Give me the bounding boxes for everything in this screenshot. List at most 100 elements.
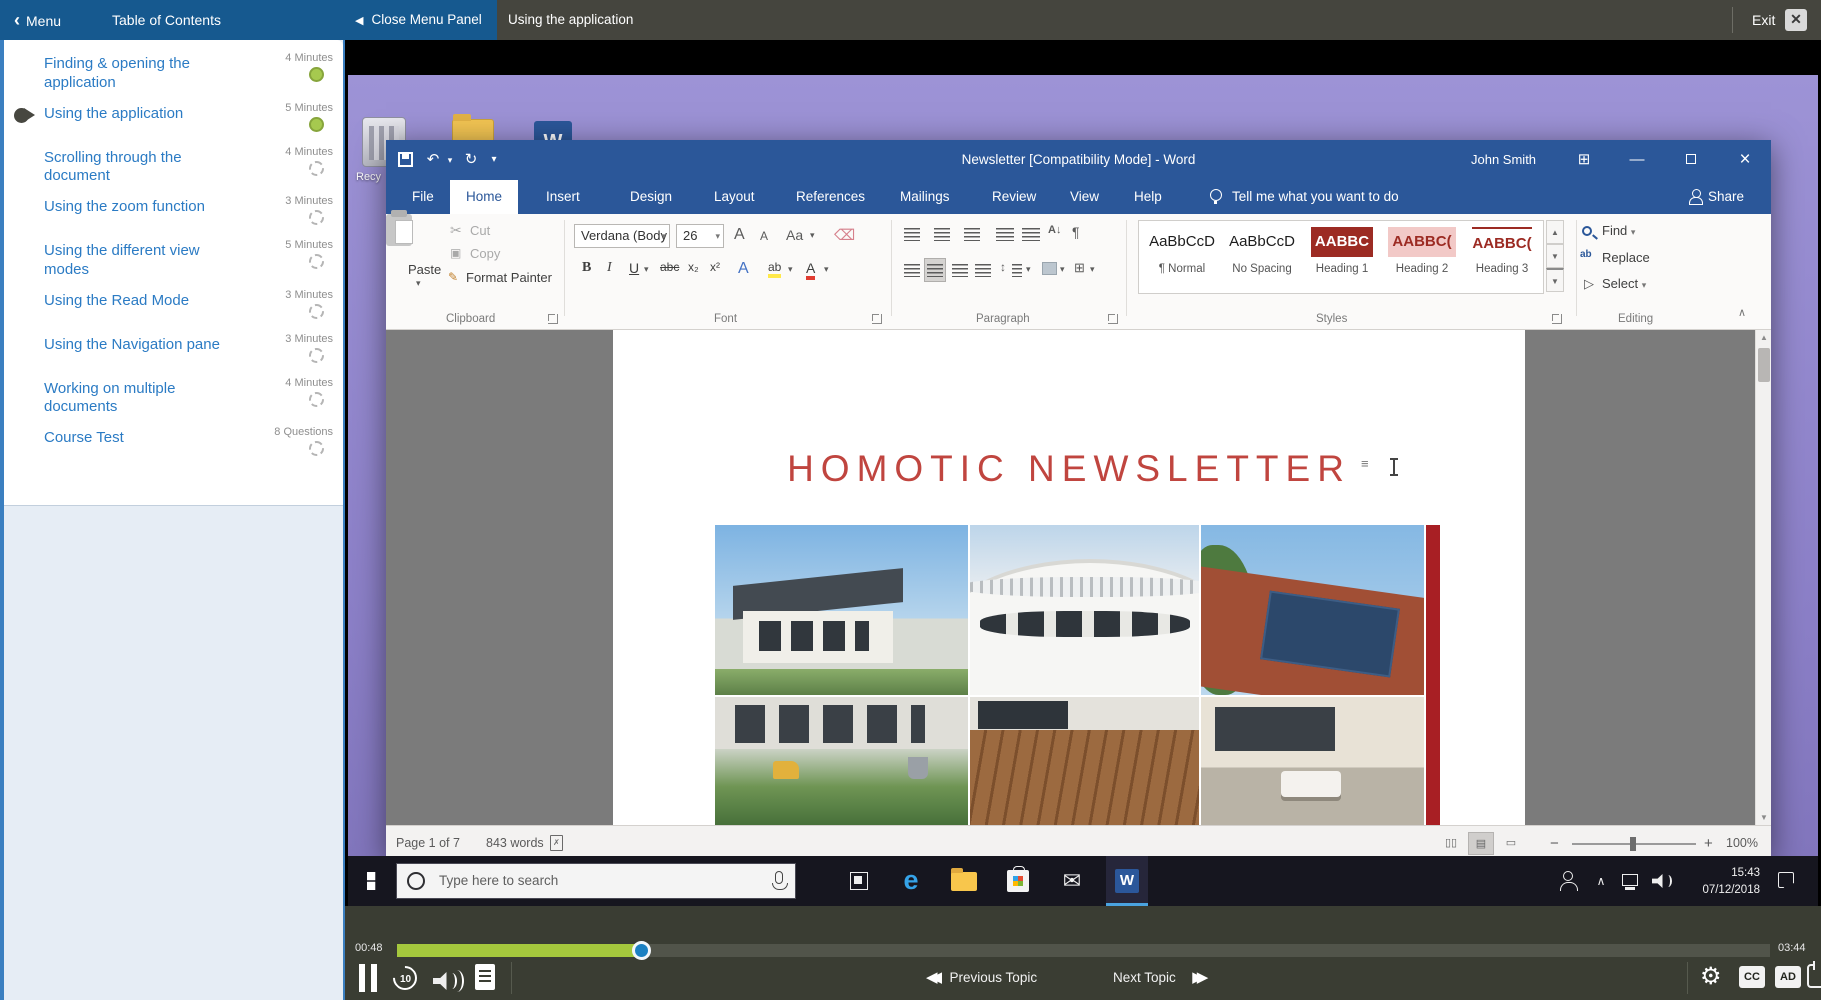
show-marks-icon[interactable]: ¶ bbox=[1072, 224, 1080, 240]
styles-scroll-down-icon[interactable]: ▼ bbox=[1546, 244, 1564, 268]
previous-topic-button[interactable]: ◀◀ Previous Topic bbox=[926, 968, 1037, 987]
highlight-dropdown-icon[interactable]: ▾ bbox=[788, 264, 793, 275]
sort-icon[interactable]: A↓ bbox=[1048, 224, 1061, 236]
bold-button[interactable]: B bbox=[582, 260, 591, 276]
paste-dropdown-icon[interactable]: ▾ bbox=[416, 278, 421, 289]
sidebar-item-view-modes[interactable]: Using the different view modes 5 Minutes bbox=[44, 239, 333, 280]
taskbar-search-box[interactable]: Type here to search bbox=[396, 863, 796, 899]
text-effects-button[interactable]: A bbox=[738, 260, 749, 278]
proofing-status-icon[interactable]: ✗ bbox=[550, 835, 563, 851]
style-heading-3[interactable]: AABBC( Heading 3 bbox=[1463, 227, 1541, 275]
speaker-icon[interactable] bbox=[1646, 856, 1674, 906]
collapse-ribbon-icon[interactable]: ∧ bbox=[1738, 306, 1746, 319]
line-spacing-lines-icon[interactable] bbox=[1012, 264, 1022, 277]
format-painter-icon[interactable]: ✎ bbox=[448, 270, 458, 284]
shrink-font-button[interactable]: A bbox=[760, 229, 768, 243]
audio-description-button[interactable]: AD bbox=[1775, 966, 1801, 988]
style-heading-1[interactable]: AABBC Heading 1 bbox=[1303, 227, 1381, 275]
copy-button[interactable]: Copy bbox=[470, 246, 500, 261]
closed-captions-button[interactable]: CC bbox=[1739, 966, 1765, 988]
sidebar-item-scrolling[interactable]: Scrolling through the document 4 Minutes bbox=[44, 146, 333, 187]
sidebar-item-course-test[interactable]: Course Test 8 Questions bbox=[44, 426, 333, 461]
paste-icon[interactable] bbox=[386, 214, 412, 246]
replace-button[interactable]: Replace bbox=[1602, 250, 1650, 265]
styles-more-icon[interactable]: ▼ bbox=[1546, 268, 1564, 292]
restore-button[interactable] bbox=[1668, 140, 1714, 180]
shading-icon[interactable] bbox=[1042, 262, 1057, 275]
tab-references[interactable]: References bbox=[796, 180, 865, 214]
shading-dropdown-icon[interactable]: ▾ bbox=[1060, 264, 1065, 275]
microsoft-store-icon[interactable] bbox=[1000, 856, 1036, 906]
start-button[interactable] bbox=[356, 856, 396, 906]
find-button[interactable]: Find ▾ bbox=[1602, 223, 1635, 238]
line-spacing-dropdown-icon[interactable]: ▾ bbox=[1026, 264, 1031, 275]
font-color-button[interactable]: A bbox=[806, 260, 815, 280]
superscript-button[interactable]: x² bbox=[710, 260, 720, 274]
zoom-slider-handle[interactable] bbox=[1630, 837, 1636, 851]
bullets-icon[interactable] bbox=[904, 228, 920, 241]
tab-review[interactable]: Review bbox=[992, 180, 1036, 214]
volume-button[interactable] bbox=[433, 966, 467, 996]
save-icon[interactable] bbox=[398, 152, 413, 167]
undo-icon[interactable]: ↶ bbox=[422, 140, 444, 180]
sidebar-item-multiple-documents[interactable]: Working on multiple documents 4 Minutes bbox=[44, 377, 333, 418]
change-case-button[interactable]: Aa bbox=[786, 227, 803, 243]
change-case-dropdown-icon[interactable]: ▾ bbox=[810, 230, 815, 241]
select-button[interactable]: Select ▾ bbox=[1602, 276, 1646, 291]
transcript-button[interactable] bbox=[475, 964, 495, 990]
word-taskbar-icon[interactable]: W bbox=[1106, 856, 1148, 906]
show-hidden-icons-chevron[interactable]: ∧ bbox=[1590, 856, 1612, 906]
cut-icon[interactable]: ✂ bbox=[450, 222, 462, 239]
strikethrough-button[interactable]: abc bbox=[660, 260, 679, 274]
tab-insert[interactable]: Insert bbox=[546, 180, 580, 214]
borders-dropdown-icon[interactable]: ▾ bbox=[1090, 264, 1095, 275]
file-explorer-icon[interactable] bbox=[946, 856, 982, 906]
font-name-combo[interactable]: Verdana (Body▾ bbox=[574, 224, 670, 248]
tab-design[interactable]: Design bbox=[630, 180, 672, 214]
zoom-slider-track[interactable] bbox=[1572, 843, 1696, 845]
tab-layout[interactable]: Layout bbox=[714, 180, 755, 214]
underline-button[interactable]: U bbox=[629, 260, 639, 276]
exit-label[interactable]: Exit bbox=[1752, 0, 1775, 40]
share-button[interactable]: Share bbox=[1708, 180, 1744, 214]
web-layout-view-icon[interactable]: ▭ bbox=[1498, 832, 1524, 855]
grow-font-button[interactable]: A bbox=[734, 226, 745, 244]
quick-access-dropdown-icon[interactable]: ▾ bbox=[486, 140, 502, 180]
increase-indent-icon[interactable] bbox=[1022, 228, 1040, 241]
edge-browser-icon[interactable]: e bbox=[893, 856, 929, 906]
read-mode-view-icon[interactable]: ▯▯ bbox=[1438, 832, 1464, 855]
redo-icon[interactable]: ↻ bbox=[460, 140, 482, 180]
paragraph-dialog-launcher[interactable] bbox=[1108, 314, 1118, 324]
people-icon[interactable] bbox=[1553, 856, 1583, 906]
align-left-icon[interactable] bbox=[904, 264, 920, 277]
clipboard-dialog-launcher[interactable] bbox=[548, 314, 558, 324]
format-painter-button[interactable]: Format Painter bbox=[466, 270, 552, 285]
style-no-spacing[interactable]: AaBbCcD No Spacing bbox=[1223, 227, 1301, 275]
styles-scroll-up-icon[interactable]: ▲ bbox=[1546, 220, 1564, 244]
tab-mailings[interactable]: Mailings bbox=[900, 180, 950, 214]
style-normal[interactable]: AaBbCcD ¶ Normal bbox=[1143, 227, 1221, 275]
document-page[interactable]: HOMOTIC NEWSLETTER ≡ bbox=[613, 330, 1525, 825]
scrollbar-thumb[interactable] bbox=[1758, 348, 1770, 382]
borders-icon[interactable]: ⊞ bbox=[1074, 260, 1085, 276]
ribbon-display-options-icon[interactable]: ⊞ bbox=[1561, 140, 1607, 180]
print-layout-view-icon[interactable]: ▤ bbox=[1468, 832, 1494, 855]
align-center-icon[interactable] bbox=[927, 264, 943, 277]
cut-button[interactable]: Cut bbox=[470, 223, 490, 238]
justify-icon[interactable] bbox=[975, 264, 991, 277]
signed-in-user[interactable]: John Smith bbox=[1471, 140, 1536, 180]
close-button[interactable]: × bbox=[1722, 140, 1768, 180]
sidebar-item-finding-opening[interactable]: Finding & opening the application 4 Minu… bbox=[44, 52, 333, 93]
replay-10-button[interactable]: 10 bbox=[393, 966, 417, 990]
subscript-button[interactable]: x₂ bbox=[688, 260, 699, 274]
tab-home[interactable]: Home bbox=[450, 180, 518, 214]
font-color-dropdown-icon[interactable]: ▾ bbox=[824, 264, 829, 275]
sidebar-item-zoom-function[interactable]: Using the zoom function 3 Minutes bbox=[44, 195, 333, 230]
multilevel-list-icon[interactable] bbox=[964, 228, 980, 241]
vertical-scrollbar[interactable]: ▲ ▼ bbox=[1755, 330, 1771, 825]
mail-app-icon[interactable]: ✉ bbox=[1054, 856, 1090, 906]
taskbar-clock[interactable]: 15:43 07/12/2018 bbox=[1678, 856, 1760, 906]
paste-button[interactable]: Paste bbox=[408, 262, 441, 277]
font-dialog-launcher[interactable] bbox=[872, 314, 882, 324]
close-menu-panel-button[interactable]: ◀Close Menu Panel bbox=[345, 0, 497, 40]
